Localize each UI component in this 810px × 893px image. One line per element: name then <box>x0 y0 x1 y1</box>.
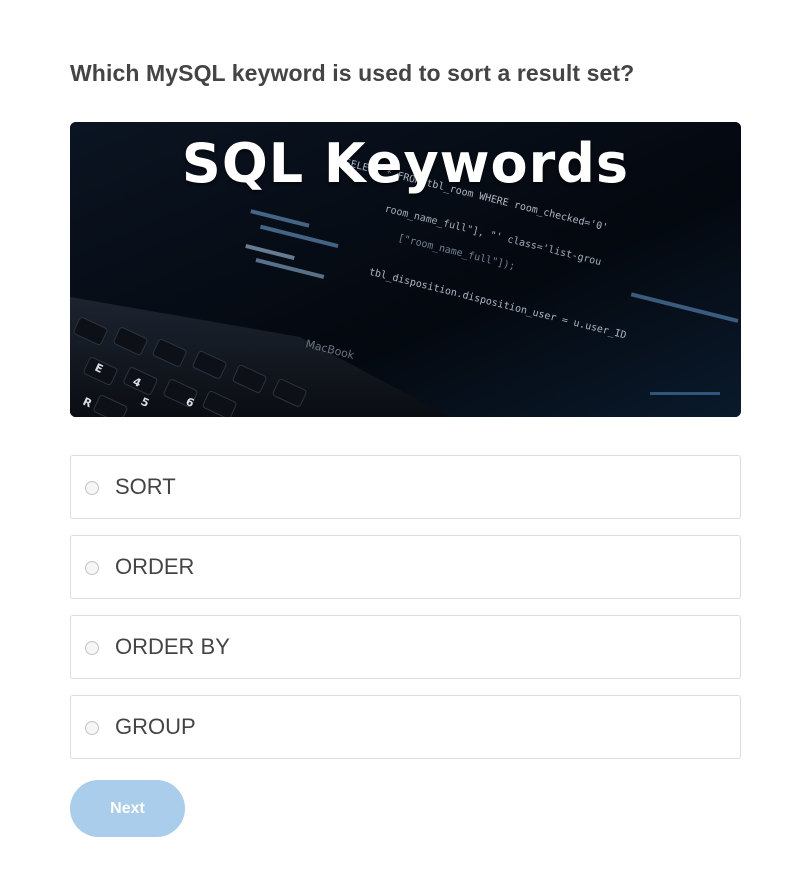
option-order-by[interactable]: ORDER BY <box>70 615 741 679</box>
radio-button[interactable] <box>85 721 99 735</box>
option-label: GROUP <box>115 714 196 739</box>
option-label: SORT <box>115 474 176 499</box>
radio-button[interactable] <box>85 641 99 655</box>
answer-options: SORT ORDER ORDER BY GROUP <box>70 455 741 775</box>
hero-image: SELECT * FROM tbl_room WHERE room_checke… <box>70 122 741 417</box>
radio-button[interactable] <box>85 481 99 495</box>
radio-button[interactable] <box>85 561 99 575</box>
option-label: ORDER <box>115 554 195 579</box>
option-order[interactable]: ORDER <box>70 535 741 599</box>
option-group[interactable]: GROUP <box>70 695 741 759</box>
option-sort[interactable]: SORT <box>70 455 741 519</box>
next-button[interactable]: Next <box>70 780 185 837</box>
question-title: Which MySQL keyword is used to sort a re… <box>70 60 635 86</box>
hero-title: SQL Keywords <box>181 132 630 195</box>
option-label: ORDER BY <box>115 634 230 659</box>
